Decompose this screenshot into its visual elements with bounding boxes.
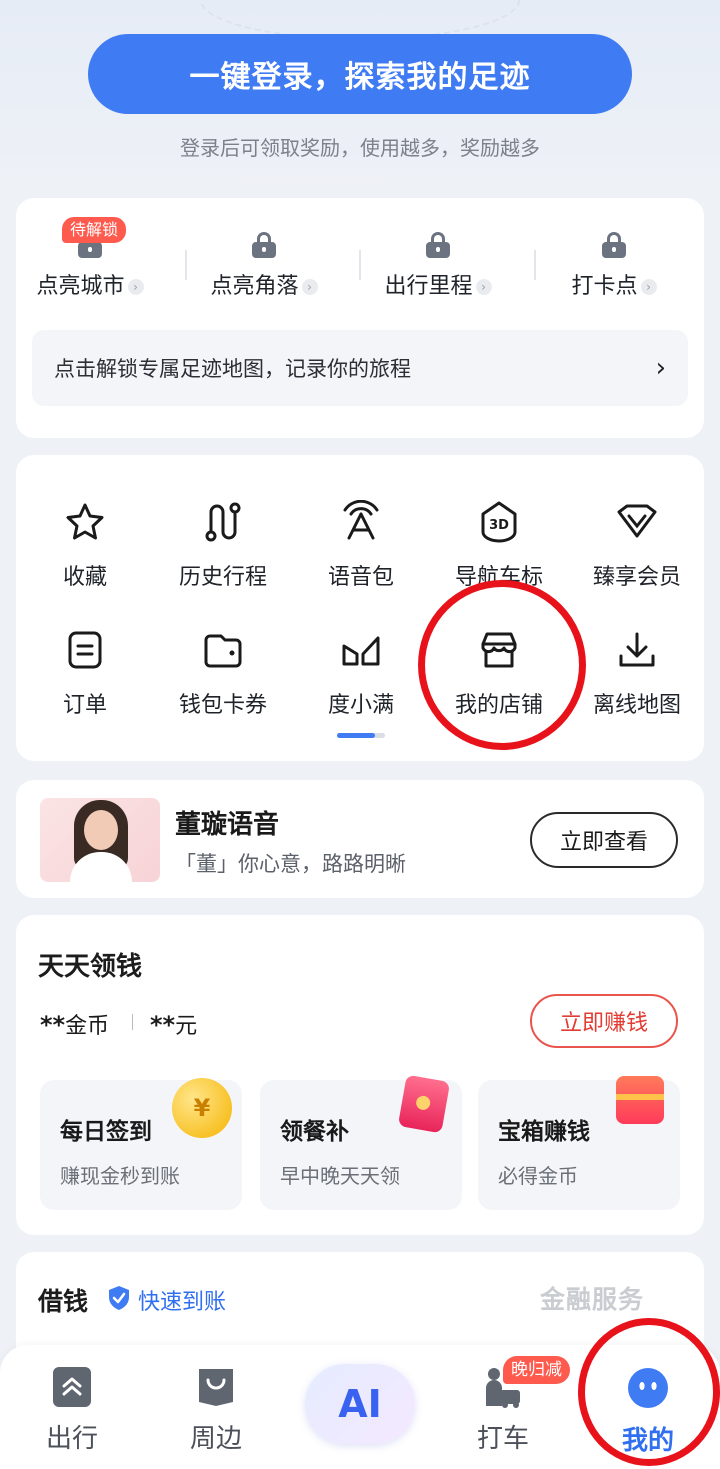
order-icon: [60, 625, 110, 675]
grid-label: 离线地图: [592, 693, 681, 718]
svg-text:3D: 3D: [489, 518, 509, 533]
nearby-icon: [166, 1366, 266, 1412]
gold-coin-icon: ¥: [172, 1078, 232, 1138]
route-icon: [198, 497, 248, 547]
earn-now-button[interactable]: 立即赚钱: [530, 994, 678, 1048]
download-icon: [612, 625, 662, 675]
grid-item-orders[interactable]: 订单: [16, 625, 154, 719]
login-subtitle: 登录后可领取奖励，使用越多，奖励越多: [180, 136, 540, 160]
voice-icon: [336, 497, 386, 547]
to-unlock-badge: 待解锁: [62, 217, 127, 243]
grid-item-car-icon[interactable]: 3D 导航车标: [430, 497, 568, 591]
voice-avatar-image: [40, 798, 160, 882]
borrow-title: 借钱: [38, 1287, 89, 1316]
footprint-item-checkin[interactable]: 打卡点 ›: [534, 232, 694, 300]
nav-tab-nearby[interactable]: 周边: [166, 1366, 266, 1455]
lock-icon: [426, 232, 450, 258]
yuan-stars: **: [150, 1011, 176, 1039]
task-subtitle: 赚现金秒到账: [60, 1164, 180, 1188]
grid-item-duxiaoman[interactable]: 度小满: [292, 625, 430, 719]
lock-icon: [602, 232, 626, 258]
coin-unit: 金币: [65, 1014, 110, 1039]
chevron-right-icon: ›: [655, 353, 666, 383]
grid-item-wallet[interactable]: 钱包卡券: [154, 625, 292, 719]
view-now-button[interactable]: 立即查看: [530, 812, 678, 868]
ai-assistant-button[interactable]: AI: [305, 1364, 415, 1444]
chevron-right-icon: ›: [475, 279, 492, 295]
yuan-balance: **元: [150, 1008, 197, 1040]
voice-subtitle: 「董」你心意，路路明晰: [175, 852, 406, 876]
grid-label: 语音包: [327, 565, 394, 590]
grid-item-voice-pack[interactable]: 语音包: [292, 497, 430, 591]
task-subtitle: 必得金币: [498, 1164, 578, 1188]
red-envelope-icon: [397, 1074, 451, 1134]
nav-label: 周边: [189, 1424, 242, 1454]
coin-balance: **金币: [40, 1008, 109, 1040]
duxiaoman-icon: [336, 625, 386, 675]
fast-arrival-label: 快速到账: [138, 1290, 227, 1315]
travel-icon: [22, 1366, 122, 1412]
one-click-login-button[interactable]: 一键登录，探索我的足迹: [88, 34, 632, 114]
treasure-chest-icon: [616, 1076, 664, 1124]
nav-tab-travel[interactable]: 出行: [22, 1366, 122, 1455]
grid-item-vip[interactable]: 臻享会员: [568, 497, 706, 591]
voice-title: 董璇语音: [175, 810, 280, 840]
footprint-map-banner[interactable]: 点击解锁专属足迹地图，记录你的旅程 ›: [32, 330, 688, 406]
financial-service-label: 金融服务: [540, 1285, 645, 1314]
star-icon: [60, 497, 110, 547]
grid-label: 历史行程: [178, 565, 267, 590]
grid-label: 订单: [62, 693, 107, 718]
3d-icon: 3D: [474, 497, 524, 547]
vip-icon: [612, 497, 662, 547]
footprint-label: 点亮角落: [210, 274, 299, 299]
yuan-unit: 元: [175, 1014, 198, 1039]
banner-text: 点击解锁专属足迹地图，记录你的旅程: [54, 357, 411, 381]
shield-check-icon: [107, 1285, 131, 1311]
divider: [132, 1014, 133, 1030]
footprint-item-mileage[interactable]: 出行里程 ›: [358, 232, 518, 300]
late-return-badge: 晚归减: [503, 1356, 570, 1384]
footprint-label: 出行里程: [384, 274, 473, 299]
grid-item-favorites[interactable]: 收藏: [16, 497, 154, 591]
nav-label: 打车: [476, 1424, 529, 1454]
nav-label: 出行: [45, 1424, 98, 1454]
footprint-label: 点亮城市: [36, 274, 125, 299]
chevron-right-icon: ›: [301, 279, 318, 295]
task-subtitle: 早中晚天天领: [280, 1164, 400, 1188]
grid-label: 钱包卡券: [178, 693, 267, 718]
chevron-right-icon: ›: [640, 279, 657, 295]
grid-label: 收藏: [62, 565, 107, 590]
page-indicator-active: [337, 733, 375, 738]
wallet-icon: [198, 625, 248, 675]
grid-item-offline-map[interactable]: 离线地图: [568, 625, 706, 719]
chevron-right-icon: ›: [127, 279, 144, 295]
grid-label: 臻享会员: [592, 565, 681, 590]
footprint-label: 打卡点: [571, 274, 638, 299]
ai-label: AI: [338, 1382, 382, 1426]
highlight-circle-my-shop: [418, 580, 586, 750]
earn-title: 天天领钱: [38, 952, 143, 982]
grid-item-history-trips[interactable]: 历史行程: [154, 497, 292, 591]
grid-label: 度小满: [327, 693, 394, 718]
footprint-item-corner[interactable]: 点亮角落 ›: [184, 232, 344, 300]
lock-icon: [252, 232, 276, 258]
coin-stars: **: [40, 1011, 66, 1039]
highlight-circle-me-tab: [578, 1318, 720, 1466]
